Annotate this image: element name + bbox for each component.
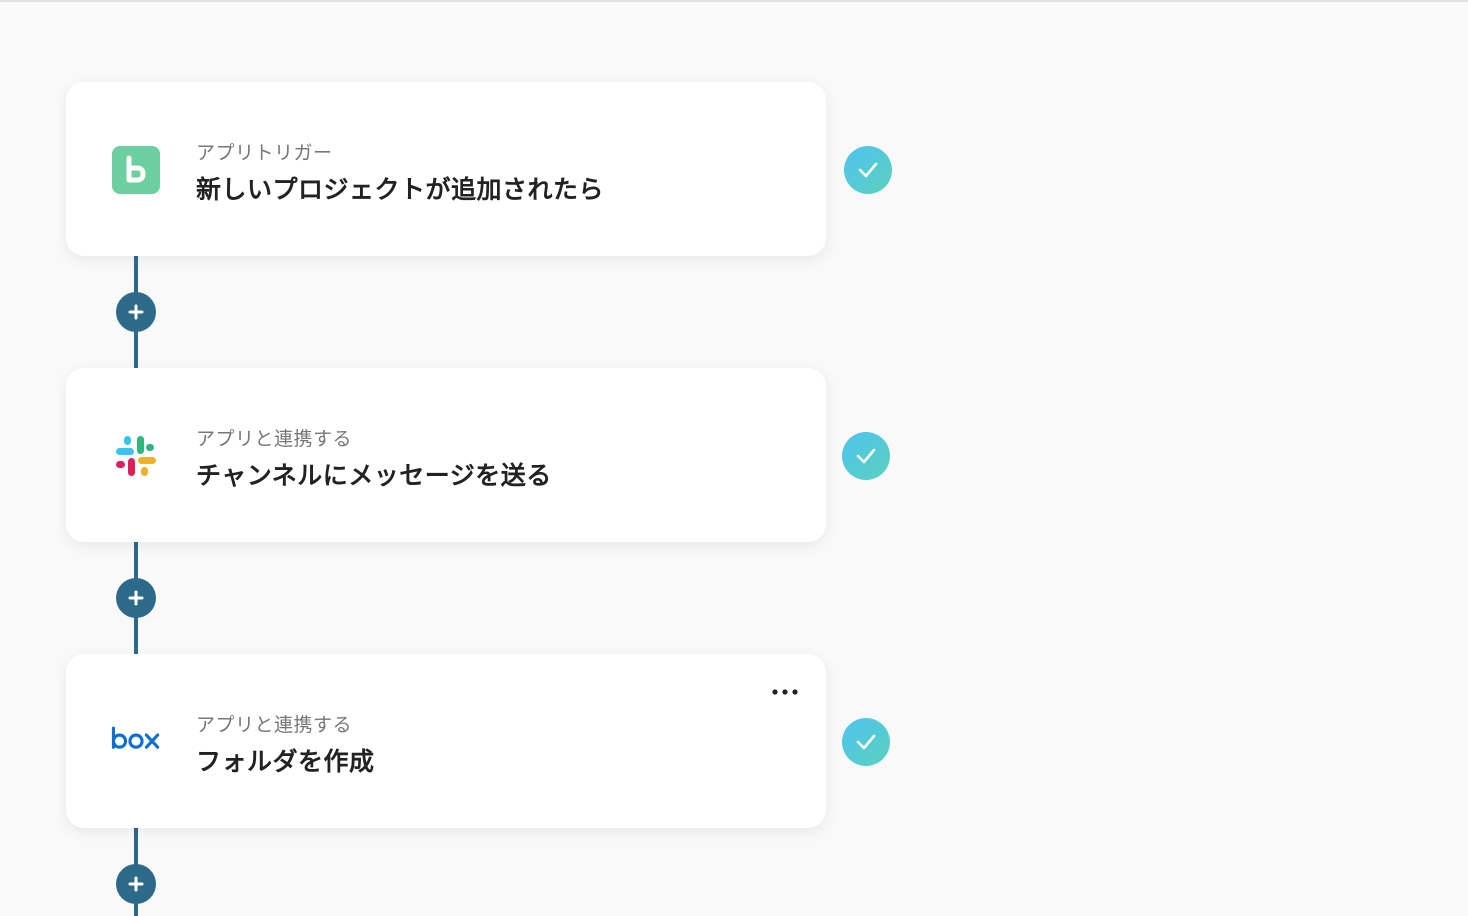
step-type-label: アプリと連携する	[196, 714, 353, 736]
box-icon	[110, 717, 162, 767]
step-complete-badge	[842, 432, 890, 480]
step-complete-badge	[844, 146, 892, 194]
plus-icon	[128, 590, 144, 606]
flow-step-card-slack[interactable]: アプリと連携する チャンネルにメッセージを送る	[66, 368, 826, 542]
plus-icon	[128, 304, 144, 320]
top-border	[0, 0, 1468, 2]
slack-icon	[110, 431, 162, 481]
step-title: チャンネルにメッセージを送る	[196, 461, 552, 490]
add-step-button[interactable]	[116, 864, 156, 904]
step-type-label: アプリと連携する	[196, 428, 353, 450]
checkmark-icon	[856, 734, 876, 750]
checkmark-icon	[858, 162, 878, 178]
more-horizontal-icon	[772, 689, 798, 695]
step-type-label: アプリトリガー	[196, 142, 333, 164]
checkmark-icon	[856, 448, 876, 464]
step-complete-badge	[842, 718, 890, 766]
plus-icon	[128, 876, 144, 892]
step-title: 新しいプロジェクトが追加されたら	[196, 175, 605, 204]
flow-step-card-trigger[interactable]: アプリトリガー 新しいプロジェクトが追加されたら	[66, 82, 826, 256]
add-step-button[interactable]	[116, 578, 156, 618]
backlog-icon	[110, 145, 162, 195]
add-step-button[interactable]	[116, 292, 156, 332]
step-menu-button[interactable]	[770, 680, 800, 704]
step-title: フォルダを作成	[196, 747, 375, 776]
flow-step-card-box[interactable]: アプリと連携する フォルダを作成	[66, 654, 826, 828]
